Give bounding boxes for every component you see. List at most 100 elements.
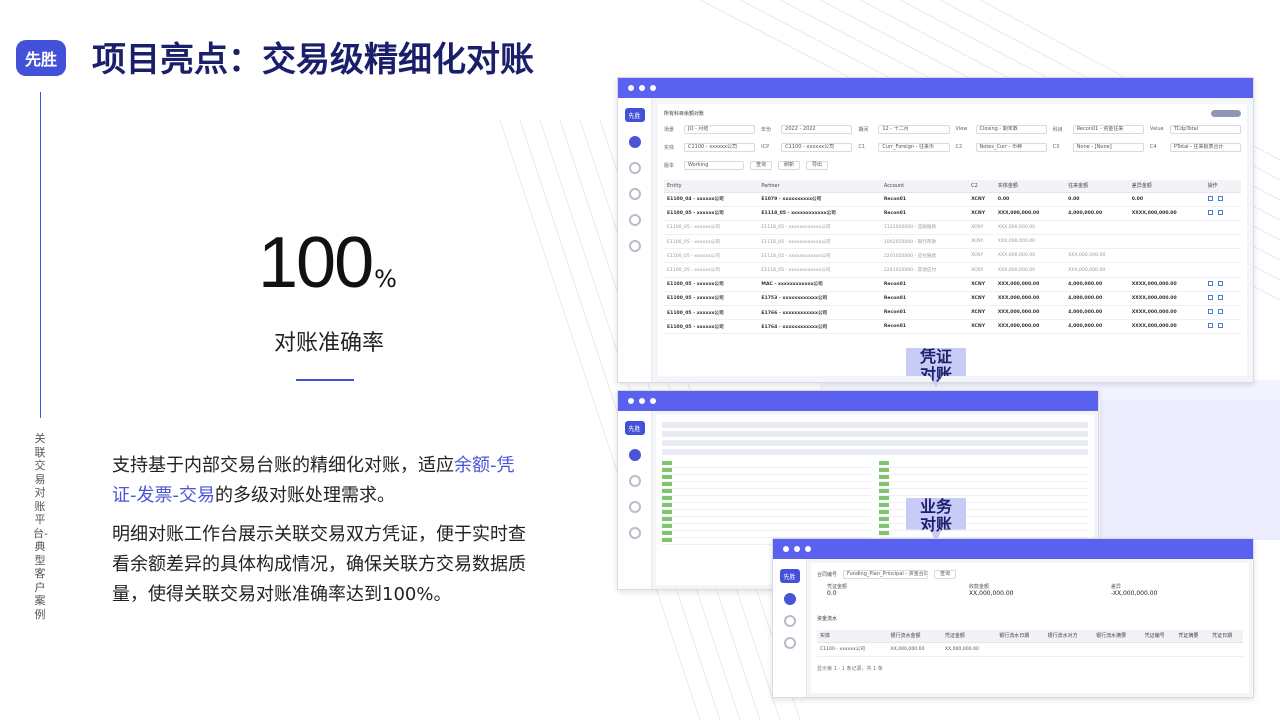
dashboard-icon[interactable]: [628, 449, 641, 461]
stat-underline: [296, 379, 354, 381]
table-row[interactable]: E1100_05 - xxxxxx公司 E1118_05 - xxxxxxxxxx…: [664, 234, 1241, 250]
column-header[interactable]: 银行流水金额: [887, 630, 942, 643]
column-header[interactable]: 凭证摘要: [1175, 630, 1210, 643]
sliders-icon[interactable]: [628, 501, 641, 513]
column-header[interactable]: 凭证编号: [1141, 630, 1176, 643]
export-button[interactable]: 导出: [806, 160, 829, 170]
recon-panel: 所有科目余额对账 场景 JQ - 月结 年份 2022 - 2022 期间 12 - 十二…: [658, 104, 1247, 376]
table-cell: XCNY: [968, 277, 995, 292]
refresh-button[interactable]: 刷新: [778, 160, 801, 170]
table-row[interactable]: E1100_05 - xxxxxx公司 E1118_05 - xxxxxxxxxx…: [664, 206, 1241, 221]
row-actions: [1204, 277, 1241, 292]
table-cell: XXX,000,000.00: [1065, 262, 1129, 278]
filter-select[interactable]: Closing - 期末数: [975, 124, 1047, 134]
filter-label: C2: [955, 144, 963, 150]
database-icon[interactable]: [628, 214, 641, 226]
filter-select[interactable]: C1100 - xxxxxx公司: [781, 142, 853, 152]
filter-select[interactable]: TCdpTotal: [1169, 124, 1242, 134]
filter-select[interactable]: JQ - 月结: [684, 124, 756, 134]
table-cell: 2201020000 - 应付账款: [880, 248, 969, 264]
business-panel: 合同编号 Funding_Plan_Principal - 资金合同 查询 凭证…: [811, 563, 1249, 693]
filter-select[interactable]: Recon01 - 资金往来: [1072, 124, 1144, 134]
table-row[interactable]: E1100_05 - xxxxxx公司 E1766 - xxxxxxxxxxxx公…: [664, 305, 1241, 321]
column-header[interactable]: 差异金额: [1128, 180, 1205, 193]
table-cell: E1100_05 - xxxxxx公司: [664, 248, 759, 264]
filter-select[interactable]: Notes_Curr - 币种: [975, 142, 1047, 152]
voucher-row: [662, 475, 871, 482]
column-header[interactable]: 凭证金额: [941, 630, 997, 643]
user-icon[interactable]: [1217, 209, 1223, 215]
filter-select[interactable]: Curr_Foreign - 往来币: [878, 142, 950, 152]
status-tag: [662, 524, 672, 528]
detail-icon[interactable]: [1207, 195, 1213, 201]
column-header[interactable]: 往来金额: [1065, 180, 1129, 193]
sliders-icon[interactable]: [628, 188, 641, 200]
column-header[interactable]: Partner: [758, 180, 881, 193]
gear-icon[interactable]: [628, 475, 641, 487]
table-row[interactable]: E1100_05 - xxxxxx公司 E1118_05 - xxxxxxxxxx…: [664, 248, 1241, 264]
detail-icon[interactable]: [1207, 309, 1213, 315]
detail-icon[interactable]: [1207, 294, 1213, 300]
table-cell: XXX,000,000.00: [994, 319, 1066, 335]
filter-select[interactable]: None - [None]: [1072, 142, 1144, 152]
contract-select[interactable]: Funding_Plan_Principal - 资金合同: [843, 569, 929, 579]
sliders-icon[interactable]: [783, 637, 796, 649]
table-cell: XX,000,000.00: [941, 642, 997, 657]
balance-recon-window: 先胜 所有科目余额对账 场景 JQ - 月结 年份 2022 - 2022 期间 12 -…: [617, 77, 1254, 383]
column-header[interactable]: C2: [968, 180, 995, 193]
column-header[interactable]: Account: [880, 180, 969, 193]
contract-query-button[interactable]: 查询: [934, 569, 957, 579]
table-row[interactable]: E1100_05 - xxxxxx公司 E1753 - xxxxxxxxxxxx公…: [664, 291, 1241, 307]
gear-icon[interactable]: [783, 615, 796, 627]
filter-select[interactable]: 12 - 十二月: [878, 124, 950, 134]
column-header[interactable]: 操作: [1204, 180, 1241, 193]
table-cell: XCNY: [968, 248, 995, 264]
table-cell: [1128, 220, 1205, 236]
column-header[interactable]: 实体: [817, 630, 888, 643]
mode-toggle[interactable]: [1211, 109, 1241, 117]
user-icon[interactable]: [1217, 195, 1223, 201]
table-cell: E1100_05 - xxxxxx公司: [664, 220, 759, 236]
row-actions: [1204, 319, 1241, 335]
detail-icon[interactable]: [1207, 323, 1213, 329]
table-row[interactable]: E1100_05 - xxxxxx公司 MAC - xxxxxxxxxxxx公司 R…: [664, 277, 1241, 292]
row-actions: [1204, 192, 1241, 207]
column-header[interactable]: 银行流水日期: [996, 630, 1045, 643]
status-tag: [662, 538, 672, 542]
filter-row-1: 场景 JQ - 月结 年份 2022 - 2022 期间 12 - 十二月 View Clos…: [664, 122, 1242, 136]
column-header[interactable]: 凭证日期: [1209, 630, 1243, 643]
table-row[interactable]: E1100_05 - xxxxxx公司 E1118_05 - xxxxxxxxxx…: [664, 262, 1241, 278]
table-row[interactable]: E1100_04 - xxxxxx公司 E1079 - xxxxxxxxxx公司 R…: [664, 192, 1241, 207]
dashboard-icon[interactable]: [783, 593, 796, 605]
recon-table: Entity Partner Account C2 实体金额 往来金额 差异金额 操作 E11…: [664, 180, 1241, 335]
voucher-row: [662, 468, 871, 475]
query-button[interactable]: 查询: [750, 160, 773, 170]
detail-icon[interactable]: [1207, 209, 1213, 215]
filter-select[interactable]: 2022 - 2022: [781, 124, 853, 134]
table-row[interactable]: E1100_05 - xxxxxx公司 E1764 - xxxxxxxxxxxx公…: [664, 319, 1241, 335]
filter-select[interactable]: PTotal - 往来报表合计: [1169, 142, 1242, 152]
table-cell: 4,000,000.00: [1065, 319, 1129, 335]
user-icon[interactable]: [1217, 280, 1223, 286]
column-header[interactable]: 银行流水对方: [1044, 630, 1094, 643]
voucher-row: [662, 482, 871, 489]
help-icon[interactable]: [628, 240, 641, 252]
table-row[interactable]: E1100_05 - xxxxxx公司 E1118_05 - xxxxxxxxxx…: [664, 220, 1241, 236]
accuracy-stat: 100%: [258, 222, 397, 303]
filter-row-placeholder: [662, 422, 1088, 428]
table-cell: XXX,000,000.00: [994, 220, 1066, 236]
user-icon[interactable]: [1217, 309, 1223, 315]
user-icon[interactable]: [1217, 323, 1223, 329]
filter-label: Value: [1149, 126, 1164, 132]
detail-icon[interactable]: [1207, 280, 1213, 286]
gear-icon[interactable]: [628, 162, 641, 174]
column-header[interactable]: 实体金额: [994, 180, 1066, 193]
version-select[interactable]: Working: [684, 160, 744, 170]
table-cell: Recon01: [880, 319, 969, 335]
filter-select[interactable]: C1100 - xxxxxx公司: [684, 142, 756, 152]
user-icon[interactable]: [1217, 294, 1223, 300]
dashboard-icon[interactable]: [628, 136, 641, 148]
column-header[interactable]: Entity: [664, 180, 759, 193]
database-icon[interactable]: [628, 527, 641, 539]
column-header[interactable]: 银行流水摘要: [1093, 630, 1142, 643]
